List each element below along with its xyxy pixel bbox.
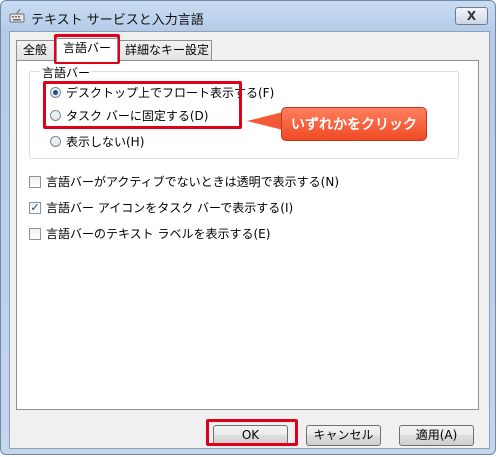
dialog-client: 全般 言語バー 詳細なキー設定 言語バー デスクトップ上でフロート表示する(F)…	[9, 31, 490, 449]
keyboard-icon	[9, 8, 25, 23]
checkbox-show-icon-taskbar[interactable]: ✓ 言語バー アイコンをタスク バーで表示する(I)	[29, 199, 293, 216]
radio-button-selected[interactable]	[50, 87, 61, 98]
dialog-window: テキスト サービスと入力言語 X 全般 言語バー 詳細なキー設定 言語バー デス…	[0, 0, 496, 455]
radio-label-hidden: 表示しない(H)	[66, 135, 145, 149]
callout-arrow	[247, 112, 283, 130]
checkbox-transparent-when-inactive[interactable]: 言語バーがアクティブでないときは透明で表示する(N)	[29, 173, 339, 190]
tab-language-bar[interactable]: 言語バー	[56, 38, 118, 62]
tab-advanced-key-settings[interactable]: 詳細なキー設定	[118, 40, 212, 60]
radio-button[interactable]	[50, 110, 61, 121]
radio-hidden[interactable]: 表示しない(H)	[50, 133, 144, 150]
group-label: 言語バー	[40, 64, 93, 81]
radio-button[interactable]	[50, 136, 61, 147]
instruction-callout: いずれかをクリック	[281, 107, 427, 141]
radio-label-float: デスクトップ上でフロート表示する(F)	[66, 86, 275, 100]
radio-label-dock: タスク バーに固定する(D)	[66, 109, 209, 123]
apply-button[interactable]: 適用(A)	[399, 425, 474, 446]
checkbox[interactable]	[29, 227, 41, 240]
radio-float-on-desktop[interactable]: デスクトップ上でフロート表示する(F)	[50, 84, 274, 101]
checkbox-label-text-labels: 言語バーのテキスト ラベルを表示する(E)	[46, 227, 271, 241]
cancel-button[interactable]: キャンセル	[306, 425, 381, 446]
radio-dock-taskbar[interactable]: タスク バーに固定する(D)	[50, 107, 208, 124]
window-title: テキスト サービスと入力言語	[31, 13, 204, 28]
checkbox-label-icon-taskbar: 言語バー アイコンをタスク バーで表示する(I)	[46, 201, 294, 215]
ok-button[interactable]: OK	[213, 425, 288, 446]
checkbox-checked[interactable]: ✓	[29, 201, 41, 214]
checkbox-show-text-labels[interactable]: 言語バーのテキスト ラベルを表示する(E)	[29, 225, 270, 242]
checkbox-label-transparent: 言語バーがアクティブでないときは透明で表示する(N)	[46, 175, 340, 189]
title-bar: テキスト サービスと入力言語 X	[1, 1, 497, 31]
checkbox[interactable]	[29, 175, 41, 188]
close-icon: X	[466, 9, 477, 23]
close-button[interactable]: X	[455, 7, 488, 25]
tab-general[interactable]: 全般	[16, 40, 56, 60]
